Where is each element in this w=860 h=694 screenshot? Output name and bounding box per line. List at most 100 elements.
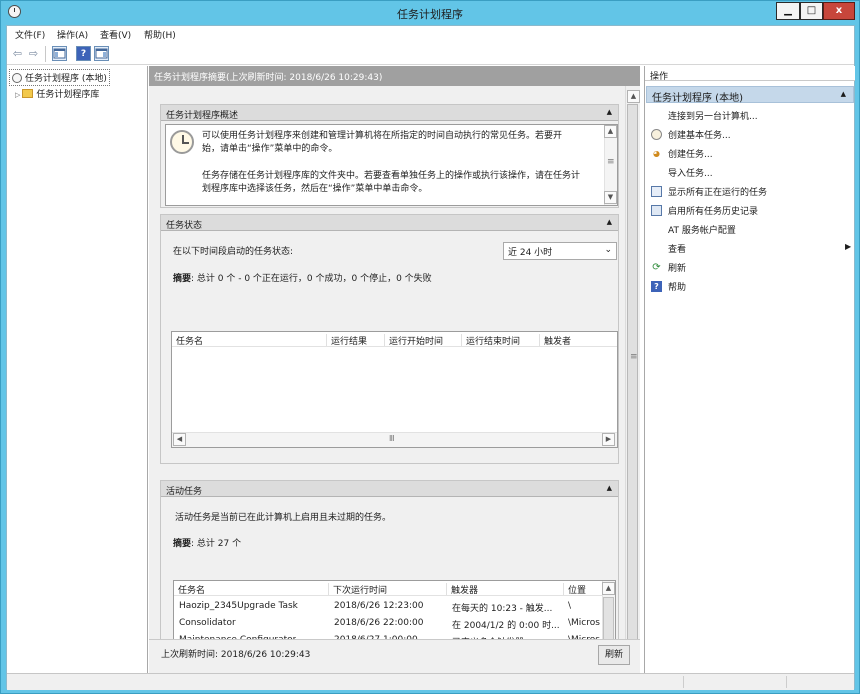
- minimize-button[interactable]: ▁: [776, 2, 800, 20]
- status-period-dropdown[interactable]: 近 24 小时 ⌄: [503, 242, 617, 260]
- title-bar[interactable]: 任务计划程序 ▁ □ x: [1, 1, 859, 25]
- active-tasks-description: 活动任务是当前已在此计算机上启用且未过期的任务。: [175, 513, 392, 523]
- section-title: 活动任务: [166, 487, 203, 497]
- column-header[interactable]: 触发者: [540, 334, 619, 347]
- console-tree-pane: 任务计划程序 (本地) ▷ 任务计划程序库: [7, 66, 148, 673]
- section-title: 任务计划程序概述: [166, 111, 239, 121]
- overview-section: 任务计划程序概述 ▲ 可以使用任务计划程序来创建和管理计算机将在所指定的时间自动…: [160, 104, 619, 208]
- action-connect-computer[interactable]: 连接到另一台计算机...: [668, 109, 758, 122]
- summary-label: 摘要: [173, 274, 192, 284]
- summary-footer: 上次刷新时间: 2018/6/26 10:29:43 刷新: [149, 639, 640, 673]
- chevron-down-icon[interactable]: ⌄: [604, 245, 612, 255]
- column-header[interactable]: 运行结果: [327, 334, 385, 347]
- status-bar: [7, 673, 854, 690]
- refresh-button[interactable]: 刷新: [598, 645, 630, 665]
- scroll-up-arrow-icon[interactable]: ▲: [604, 125, 617, 138]
- action-refresh[interactable]: 刷新: [668, 261, 686, 274]
- toolbar-separator: [45, 46, 46, 62]
- status-bar-divider: [786, 676, 787, 688]
- scroll-up-arrow-icon[interactable]: ▲: [627, 90, 640, 103]
- collapse-arrow-icon[interactable]: ▲: [607, 108, 612, 116]
- running-tasks-icon: [651, 186, 662, 197]
- scroll-grip-icon: Ⅲ: [389, 434, 395, 443]
- scroll-grip-icon: ≡: [607, 157, 615, 167]
- scroll-grip-icon: ≡: [630, 352, 638, 362]
- column-header[interactable]: 触发器: [447, 583, 564, 596]
- last-refresh-label: 上次刷新时间: 2018/6/26 10:29:43: [161, 650, 311, 660]
- actions-group-header[interactable]: 任务计划程序 (本地) ▲: [646, 86, 854, 104]
- action-at-service-config[interactable]: AT 服务帐户配置: [668, 223, 736, 236]
- scroll-up-arrow-icon[interactable]: ▲: [602, 582, 615, 595]
- active-table-header: 任务名 下次运行时间 触发器 位置: [174, 581, 615, 596]
- window-title: 任务计划程序: [397, 8, 463, 21]
- column-header[interactable]: 运行开始时间: [385, 334, 462, 347]
- refresh-icon: ⟳: [652, 262, 661, 273]
- maximize-button[interactable]: □: [800, 2, 823, 20]
- close-button[interactable]: x: [823, 2, 855, 20]
- overview-paragraph-2: 任务存储在任务计划程序库的文件夹中。若要查看单独任务上的操作或执行该操作，请在任…: [202, 171, 581, 194]
- actions-header: 操作: [645, 66, 855, 82]
- scroll-left-arrow-icon[interactable]: ◀: [173, 433, 186, 446]
- help-icon: ?: [651, 281, 662, 292]
- action-view[interactable]: 查看: [668, 242, 686, 255]
- show-hide-action-pane-icon[interactable]: [94, 46, 109, 61]
- collapse-arrow-icon[interactable]: ▲: [607, 484, 612, 492]
- action-create-basic-task[interactable]: 创建基本任务...: [668, 128, 731, 141]
- app-client-area: 文件(F) 操作(A) 查看(V) 帮助(H) ⇦ ⇨ ? 任务计划程序 (本地…: [6, 25, 855, 690]
- summary-text: : 总计 0 个 - 0 个正在运行，0 个成功，0 个停止，0 个失败: [191, 274, 432, 284]
- next-run-cell: 2018/6/26 12:23:00: [334, 601, 424, 611]
- overview-paragraph-1: 可以使用任务计划程序来创建和管理计算机将在所指定的时间自动执行的常见任务。若要开…: [202, 131, 563, 154]
- active-tasks-section-header[interactable]: 活动任务 ▲: [161, 481, 618, 497]
- back-arrow-icon[interactable]: ⇦: [10, 46, 25, 61]
- collapse-arrow-icon[interactable]: ▲: [841, 90, 846, 98]
- task-name-cell: Haozip_2345Upgrade Task: [179, 601, 298, 611]
- task-status-section: 任务状态 ▲ 在以下时间段启动的任务状态: 近 24 小时 ⌄ 摘要: 总计 0…: [160, 214, 619, 464]
- folder-icon: [22, 89, 34, 98]
- tree-item-task-scheduler-local[interactable]: 任务计划程序 (本地): [9, 69, 110, 86]
- action-enable-history[interactable]: 启用所有任务历史记录: [668, 204, 758, 217]
- task-name-cell: Consolidator: [179, 618, 236, 628]
- tree-item-label: 任务计划程序库: [36, 90, 100, 100]
- collapse-arrow-icon[interactable]: ▲: [607, 218, 612, 226]
- window-frame: 任务计划程序 ▁ □ x 文件(F) 操作(A) 查看(V) 帮助(H) ⇦ ⇨…: [0, 0, 860, 694]
- actions-pane: 操作 任务计划程序 (本地) ▲ 连接到另一台计算机... 创建基本任务... …: [644, 66, 855, 673]
- menu-view[interactable]: 查看(V): [100, 28, 131, 41]
- summary-text: : 总计 27 个: [191, 539, 242, 549]
- menu-file[interactable]: 文件(F): [15, 28, 45, 41]
- column-header[interactable]: 任务名: [172, 334, 327, 347]
- tree-item-task-scheduler-library[interactable]: ▷ 任务计划程序库: [15, 87, 99, 100]
- help-icon[interactable]: ?: [76, 46, 91, 61]
- scroll-thumb[interactable]: [627, 104, 638, 651]
- forward-arrow-icon[interactable]: ⇨: [26, 46, 41, 61]
- scroll-thumb[interactable]: [603, 597, 614, 643]
- toolbar: ⇦ ⇨ ?: [7, 43, 854, 65]
- action-create-task[interactable]: 创建任务...: [668, 147, 713, 160]
- status-bar-divider: [683, 676, 684, 688]
- scroll-down-arrow-icon[interactable]: ▼: [604, 191, 617, 204]
- tree-item-label: 任务计划程序 (本地): [25, 74, 107, 84]
- submenu-arrow-icon[interactable]: ▶: [845, 242, 851, 251]
- menu-bar: 文件(F) 操作(A) 查看(V) 帮助(H): [7, 26, 854, 43]
- scroll-right-arrow-icon[interactable]: ▶: [602, 433, 615, 446]
- task-status-section-header[interactable]: 任务状态 ▲: [161, 215, 618, 231]
- overview-text-box: 可以使用任务计划程序来创建和管理计算机将在所指定的时间自动执行的常见任务。若要开…: [165, 124, 618, 206]
- action-show-running-tasks[interactable]: 显示所有正在运行的任务: [668, 185, 767, 198]
- status-summary: 摘要: 总计 0 个 - 0 个正在运行，0 个成功，0 个停止，0 个失败: [173, 273, 432, 286]
- location-cell: \Micros: [568, 618, 600, 628]
- column-header[interactable]: 任务名: [174, 583, 329, 596]
- overview-section-header[interactable]: 任务计划程序概述 ▲: [161, 105, 618, 121]
- action-import-task[interactable]: 导入任务...: [668, 166, 713, 179]
- column-header[interactable]: 运行结束时间: [462, 334, 540, 347]
- action-help[interactable]: 帮助: [668, 280, 686, 293]
- expand-arrow-icon[interactable]: ▷: [15, 91, 20, 99]
- summary-label: 摘要: [173, 539, 192, 549]
- actions-group-title: 任务计划程序 (本地): [652, 93, 743, 104]
- clock-icon: [12, 73, 22, 83]
- menu-action[interactable]: 操作(A): [57, 28, 88, 41]
- menu-help[interactable]: 帮助(H): [144, 28, 176, 41]
- show-hide-console-tree-icon[interactable]: [52, 46, 67, 61]
- column-header[interactable]: 下次运行时间: [329, 583, 447, 596]
- next-run-cell: 2018/6/26 22:00:00: [334, 618, 424, 628]
- section-title: 任务状态: [166, 221, 203, 231]
- column-header[interactable]: 位置: [564, 583, 600, 596]
